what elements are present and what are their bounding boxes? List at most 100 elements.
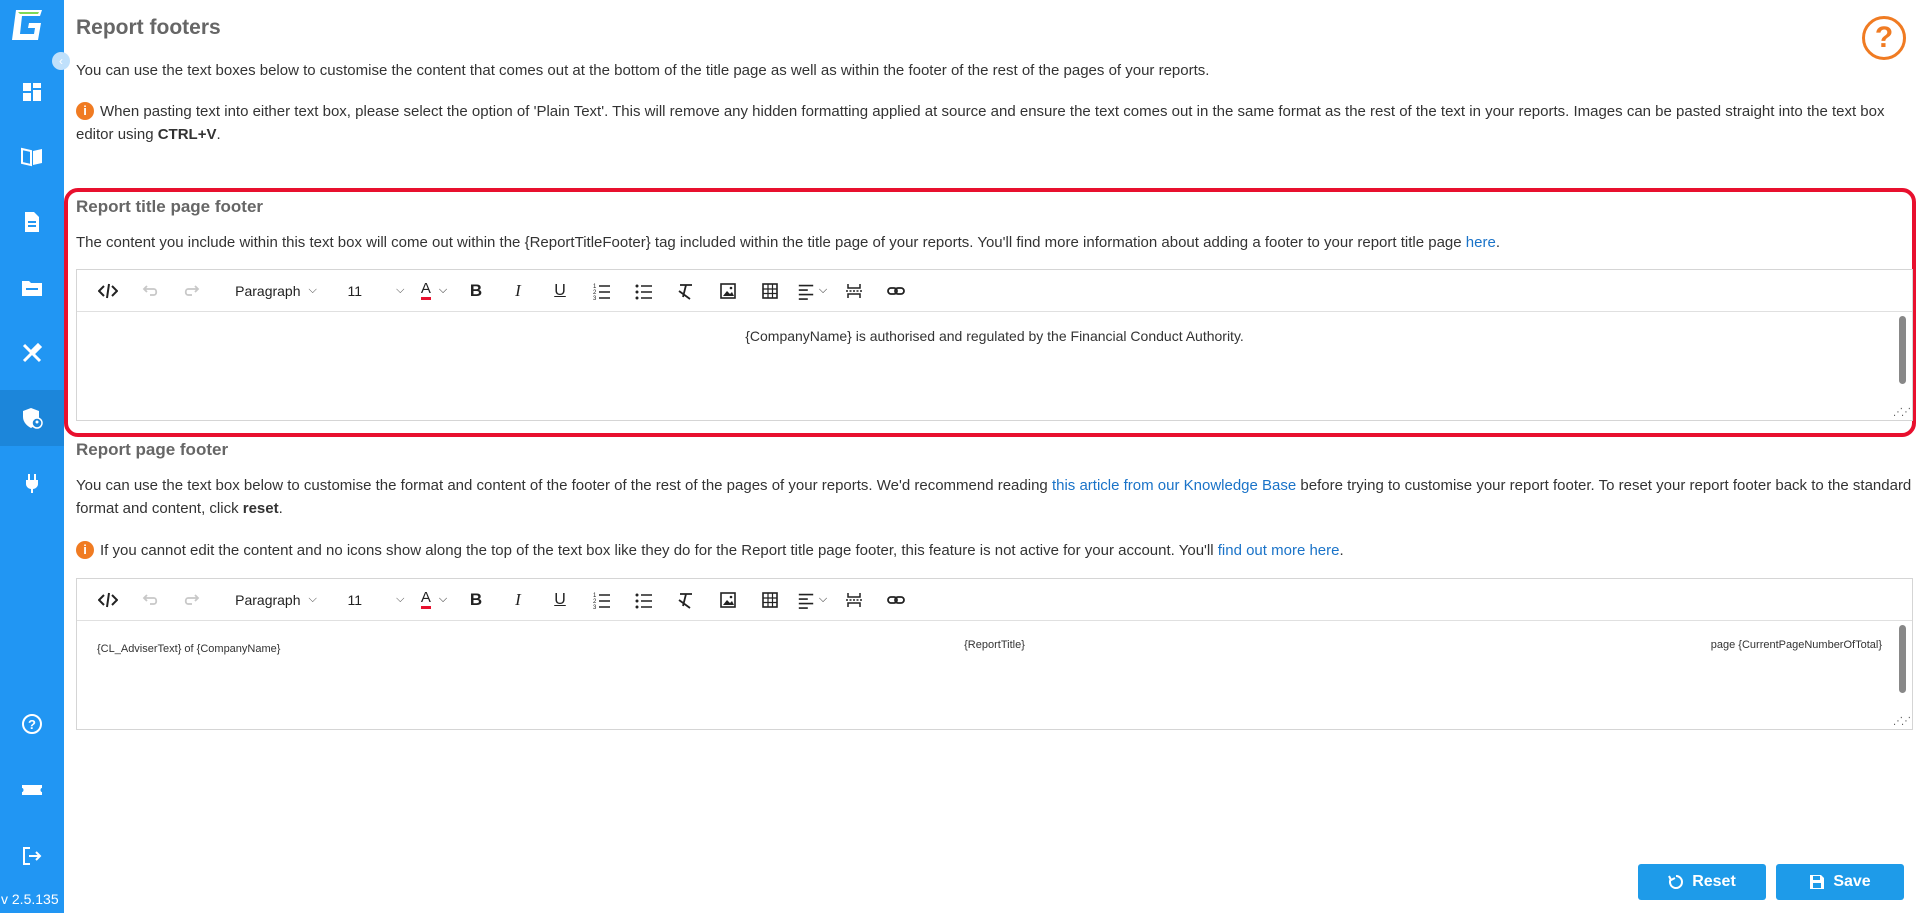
source-code-button[interactable] — [87, 275, 129, 307]
title-footer-desc-text: The content you include within this text… — [76, 234, 1466, 251]
insert-link-button[interactable] — [875, 275, 917, 307]
page-footer-heading: Report page footer — [76, 440, 229, 459]
sidebar-item-integrations[interactable] — [0, 455, 64, 511]
italic-button[interactable]: I — [497, 275, 539, 307]
page-footer-content[interactable]: {CL_AdviserText} of {CompanyName} {Repor… — [77, 621, 1912, 729]
document-icon — [25, 212, 39, 232]
save-label: Save — [1833, 873, 1871, 890]
sidebar-item-documents[interactable] — [0, 194, 64, 250]
image-icon — [720, 282, 736, 299]
insert-table-button[interactable] — [749, 275, 791, 307]
bullet-list-button[interactable] — [623, 275, 665, 307]
resize-handle-icon[interactable]: ⋰⋰ — [1893, 716, 1911, 727]
plug-icon — [26, 474, 38, 493]
numbered-list-button[interactable]: 123 — [581, 275, 623, 307]
text-color-icon: A — [420, 590, 431, 609]
reset-button[interactable]: Reset — [1638, 864, 1766, 900]
page-break-icon — [846, 283, 862, 298]
redo-button[interactable] — [171, 584, 213, 616]
footer-center-text: {ReportTitle} — [964, 639, 1025, 651]
italic-button[interactable]: I — [497, 584, 539, 616]
block-format-select[interactable]: Paragraph ⌵ — [221, 584, 331, 616]
page-footer-note: i If you cannot edit the content and no i… — [76, 539, 1344, 562]
paste-note-key: CTRL+V — [157, 126, 217, 143]
editor-toolbar: Paragraph ⌵ 11 ⌵ A ⌵ B I U 123 ⌵ — [77, 270, 1912, 312]
chevron-down-icon: ⌵ — [308, 284, 317, 296]
chevron-down-icon: ⌵ — [308, 593, 317, 605]
underline-button[interactable]: U — [539, 275, 581, 307]
sidebar-item-tools[interactable] — [0, 325, 64, 381]
font-size-select[interactable]: 11 ⌵ — [339, 275, 413, 307]
font-size-select[interactable]: 11 ⌵ — [339, 584, 413, 616]
chevron-down-icon: ⌵ — [818, 593, 828, 605]
clear-formatting-button[interactable] — [665, 584, 707, 616]
clear-formatting-button[interactable] — [665, 275, 707, 307]
source-code-button[interactable] — [87, 584, 129, 616]
bold-button[interactable]: B — [455, 584, 497, 616]
app-logo[interactable] — [10, 8, 46, 42]
undo-icon — [142, 284, 158, 296]
paste-note-text: When pasting text into either text box, … — [76, 103, 1885, 143]
align-button[interactable]: ⌵ — [791, 584, 833, 616]
info-icon: i — [76, 102, 94, 120]
page-footer-editor[interactable]: Paragraph ⌵ 11 ⌵ A ⌵ B I U 123 ⌵ {CL_Advise… — [76, 578, 1913, 730]
folder-icon — [22, 281, 42, 296]
find-out-more-link[interactable]: find out more here — [1218, 542, 1340, 559]
help-icon[interactable]: ? — [1862, 16, 1906, 60]
page-footer-desc: You can use the text box below to custom… — [76, 474, 1916, 520]
sidebar-item-admin[interactable] — [0, 390, 64, 446]
numbered-list-button[interactable]: 123 — [581, 584, 623, 616]
sidebar-item-library[interactable] — [0, 128, 64, 184]
code-icon — [98, 283, 118, 298]
chevron-down-icon: ⌵ — [818, 284, 828, 296]
table-icon — [762, 591, 778, 608]
insert-link-button[interactable] — [875, 584, 917, 616]
insert-image-button[interactable] — [707, 275, 749, 307]
insert-table-button[interactable] — [749, 584, 791, 616]
sidebar-item-tickets[interactable] — [0, 762, 64, 818]
reset-label: Reset — [1692, 873, 1736, 890]
link-icon — [887, 286, 905, 295]
save-button[interactable]: Save — [1776, 864, 1904, 900]
bold-button[interactable]: B — [455, 275, 497, 307]
block-format-select[interactable]: Paragraph ⌵ — [221, 275, 331, 307]
scrollbar[interactable] — [1899, 316, 1906, 384]
undo-button[interactable] — [129, 275, 171, 307]
bold-icon: B — [469, 280, 483, 300]
tools-icon — [22, 342, 43, 363]
logout-icon — [23, 847, 42, 865]
title-footer-editor[interactable]: Paragraph ⌵ 11 ⌵ A ⌵ B I U 123 ⌵ {CompanyNa… — [76, 269, 1913, 421]
page-break-button[interactable] — [833, 275, 875, 307]
title-footer-content[interactable]: {CompanyName} is authorised and regulate… — [77, 312, 1912, 420]
knowledge-base-link[interactable]: this article from our Knowledge Base — [1052, 477, 1296, 494]
sidebar-item-dashboard[interactable] — [0, 64, 64, 120]
title-footer-text: {CompanyName} is authorised and regulate… — [745, 328, 1244, 344]
bullet-list-button[interactable] — [623, 584, 665, 616]
svg-text:?: ? — [28, 717, 36, 732]
underline-button[interactable]: U — [539, 584, 581, 616]
title-footer-desc: The content you include within this text… — [76, 231, 1500, 254]
sidebar-item-help[interactable]: ? — [0, 696, 64, 752]
sidebar-item-files[interactable] — [0, 260, 64, 316]
clear-format-icon — [678, 283, 692, 300]
redo-icon — [184, 284, 200, 296]
scrollbar[interactable] — [1899, 625, 1906, 693]
page-title: Report footers — [76, 16, 221, 39]
text-color-button[interactable]: A ⌵ — [413, 275, 455, 307]
insert-image-button[interactable] — [707, 584, 749, 616]
text-color-button[interactable]: A ⌵ — [413, 584, 455, 616]
align-button[interactable]: ⌵ — [791, 275, 833, 307]
block-format-value: Paragraph — [235, 282, 301, 299]
svg-text:3: 3 — [593, 605, 597, 610]
resize-handle-icon[interactable]: ⋰⋰ — [1893, 407, 1911, 418]
page-break-button[interactable] — [833, 584, 875, 616]
redo-button[interactable] — [171, 275, 213, 307]
title-footer-help-link[interactable]: here — [1466, 234, 1496, 251]
help-icon: ? — [22, 714, 42, 734]
redo-icon — [184, 593, 200, 605]
page-footer-note-end: . — [1339, 542, 1344, 559]
info-icon: i — [76, 541, 94, 559]
sidebar-item-logout[interactable] — [0, 828, 64, 884]
undo-button[interactable] — [129, 584, 171, 616]
title-footer-heading: Report title page footer — [76, 197, 264, 216]
